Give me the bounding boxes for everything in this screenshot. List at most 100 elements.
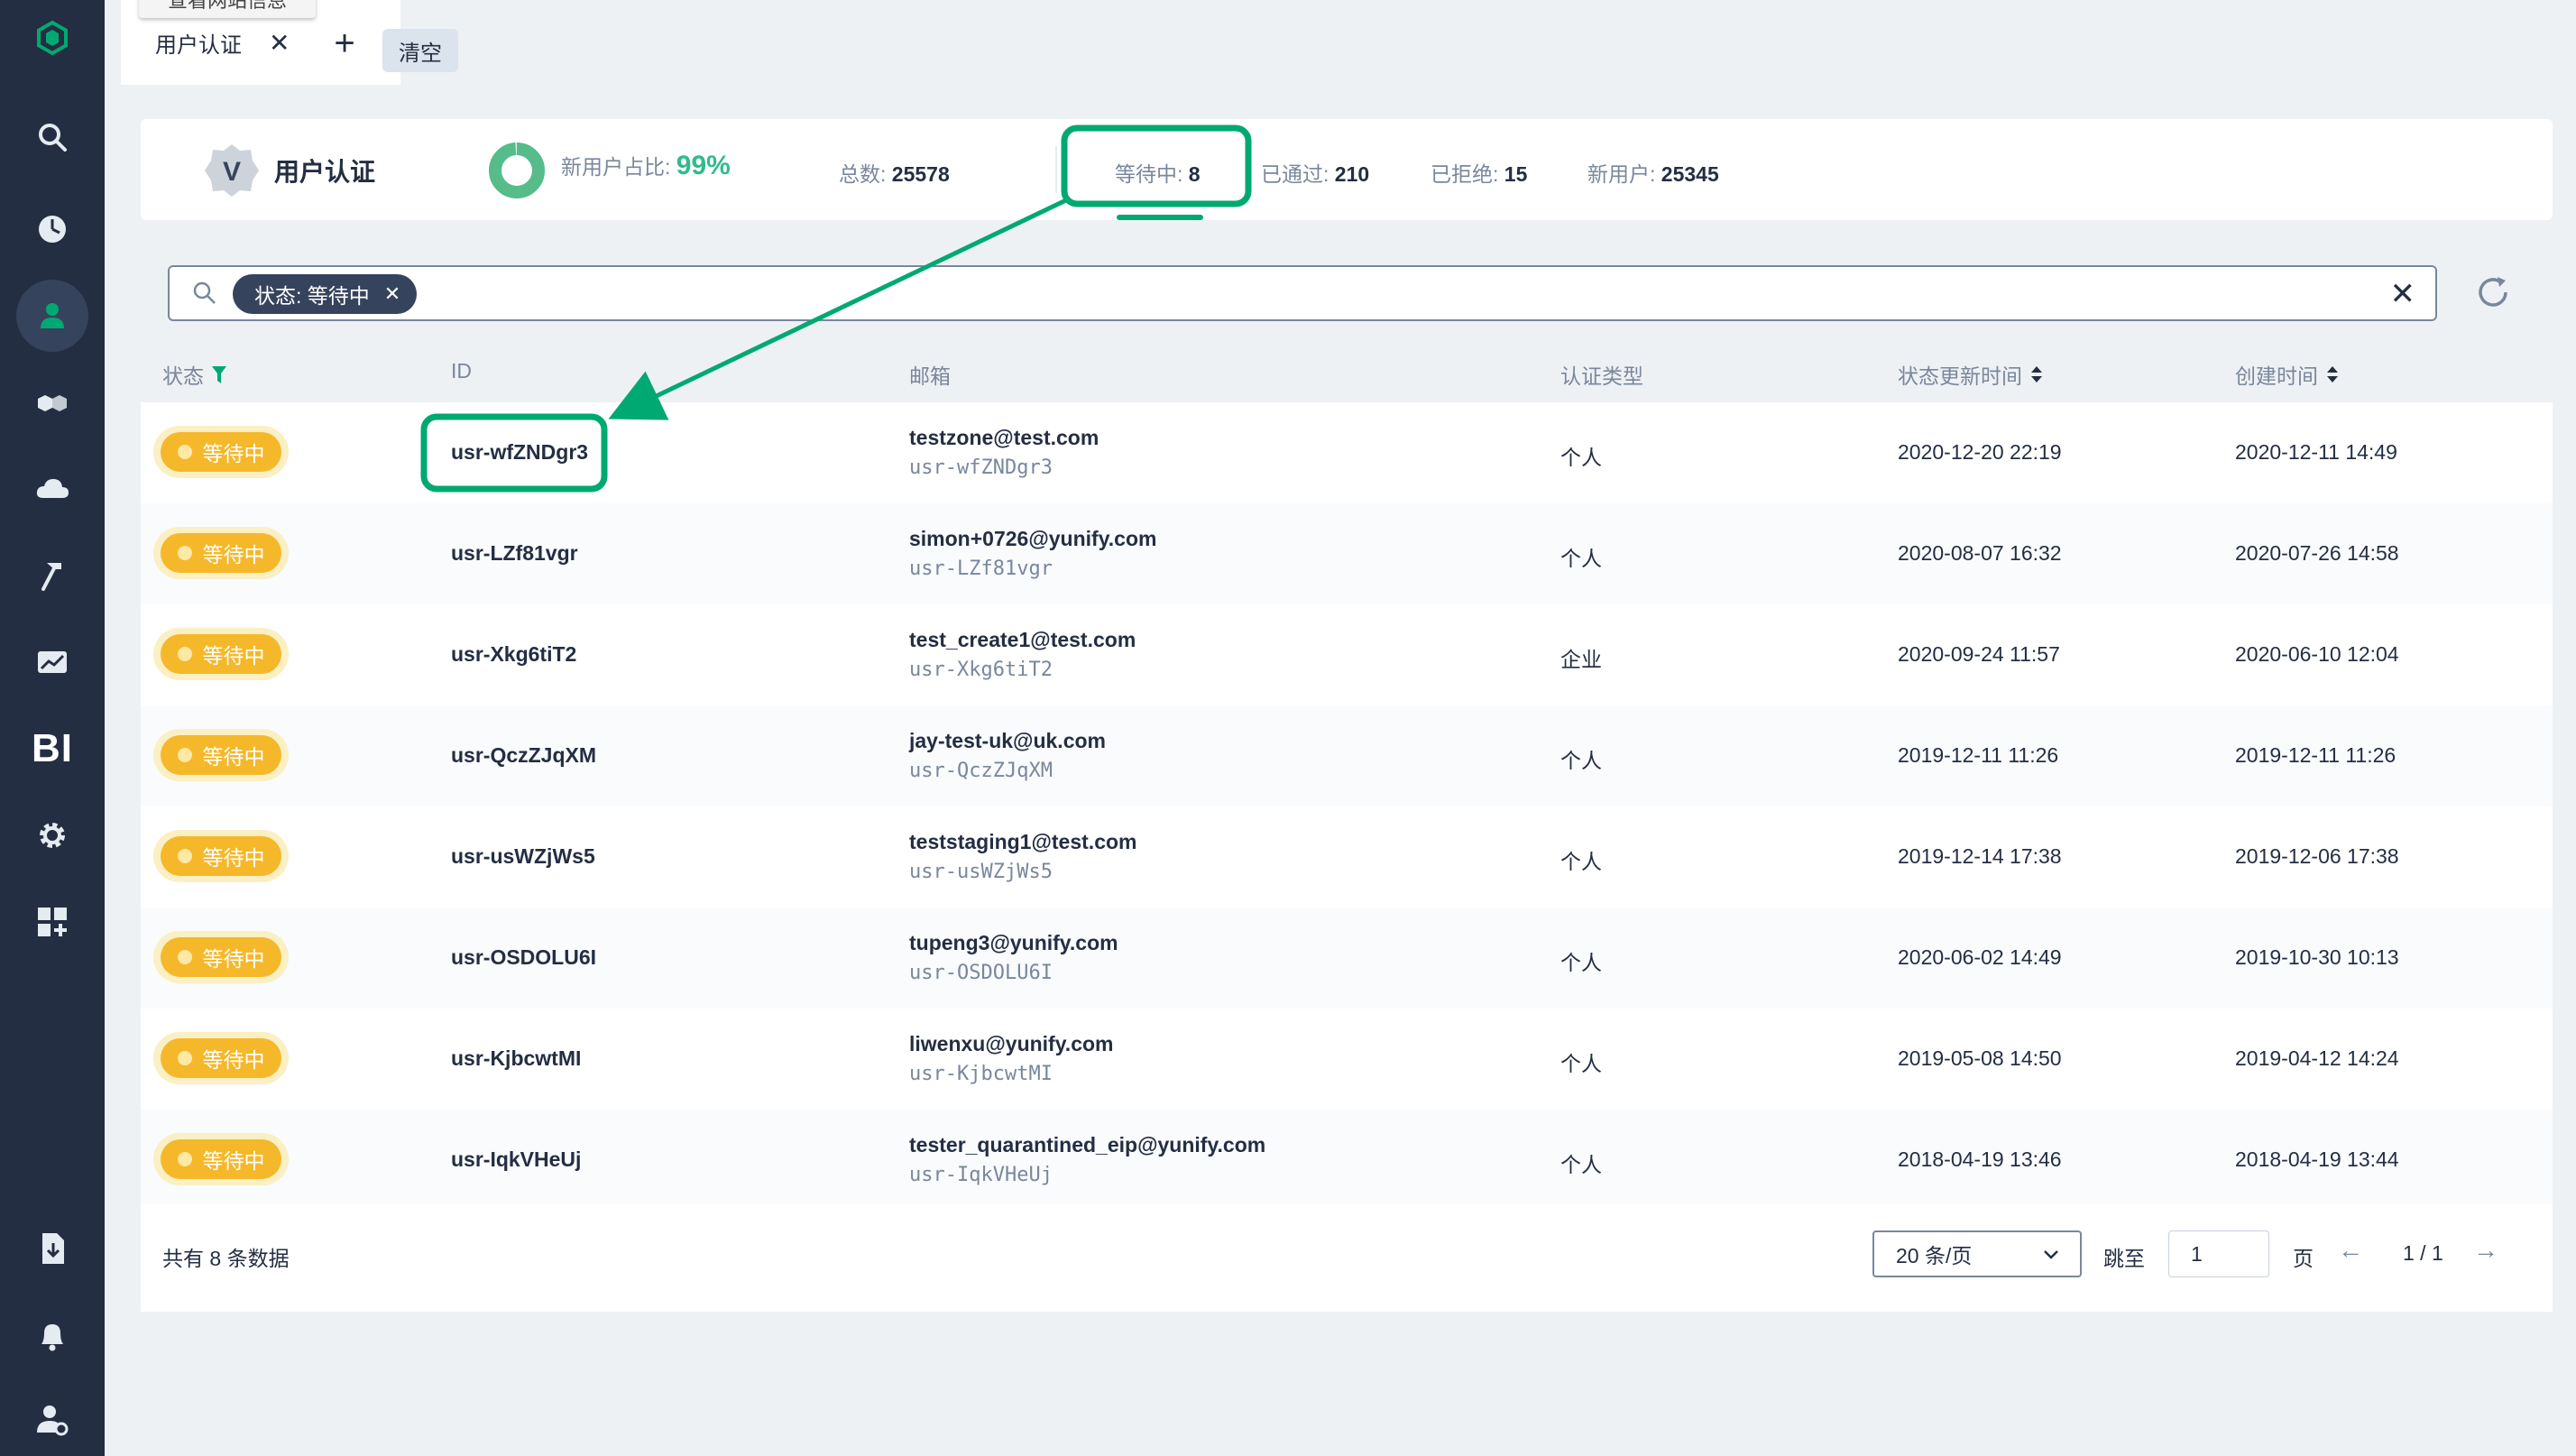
close-icon[interactable]: ✕ [269,28,290,58]
table-row[interactable]: 等待中 usr-wfZNDgr3 testzone@test.com usr-wfZN… [141,402,2553,503]
user-id-link[interactable]: usr-wfZNDgr3 [451,440,588,465]
download-icon[interactable] [16,1212,88,1285]
cluster-icon[interactable] [16,366,88,438]
filter-icon[interactable] [211,364,227,385]
auth-type: 企业 [1560,648,1602,671]
user-id-link[interactable]: usr-IqkVHeUj [451,1147,581,1172]
stat-new-users[interactable]: 新用户: 25345 [1587,157,1719,188]
email: tester_quarantined_eip@yunify.com [909,1133,1266,1157]
prev-page-button[interactable]: ← [2338,1236,2363,1265]
table-row[interactable]: 等待中 usr-OSDOLU6I tupeng3@yunify.com usr-OSD… [141,908,2553,1009]
user-settings-icon[interactable] [16,1384,88,1456]
col-id: ID [451,359,472,382]
search-input[interactable]: 状态: 等待中 ✕ ✕ [168,265,2437,321]
svg-text:V: V [223,157,241,187]
sidebar: BI [0,0,105,1456]
user-id-link[interactable]: usr-usWZjWs5 [451,844,595,869]
status-label: 等待中 [202,846,265,870]
email: testzone@test.com [909,426,1099,449]
page-size-select[interactable]: 20 条/页 [1872,1230,2082,1277]
email-sub-id: usr-OSDOLU6I [909,962,1053,984]
new-user-ratio: 新用户占比: 99% [561,151,731,180]
remove-filter-icon[interactable]: ✕ [384,282,400,306]
table-row[interactable]: 等待中 usr-usWZjWs5 teststaging1@test.com usr-… [141,806,2553,908]
page-label: 页 [2293,1247,2314,1270]
email-sub-id: usr-IqkVHeUj [909,1164,1053,1186]
status-dot-icon [177,1051,192,1065]
bi-icon[interactable]: BI [16,713,88,785]
status-badge: 等待中 [153,830,289,882]
cloud-icon[interactable] [16,453,88,525]
search-icon[interactable] [16,101,88,173]
user-id-link[interactable]: usr-LZf81vgr [451,541,578,566]
bell-icon[interactable] [16,1299,88,1371]
updated-at: 2020-09-24 11:57 [1898,642,2060,666]
col-auth-type: 认证类型 [1560,364,1643,388]
table-header: 状态 ID 邮箱 认证类型 状态更新时间 创建时间 [141,343,2553,404]
sort-icon[interactable] [2325,364,2340,385]
col-updated-at[interactable]: 状态更新时间 [1898,359,2044,390]
table-row[interactable]: 等待中 usr-Xkg6tiT2 test_create1@test.com usr-… [141,604,2553,705]
email: jay-test-uk@uk.com [909,729,1106,752]
col-status[interactable]: 状态 [162,359,227,390]
user-icon[interactable] [16,280,88,352]
auth-type: 个人 [1560,1052,1602,1075]
table-row[interactable]: 等待中 usr-KjbcwtMI liwenxu@yunify.com usr-Kjb… [141,1009,2553,1110]
status-label: 等待中 [202,1048,265,1072]
auth-type: 个人 [1560,446,1602,469]
dashboard-icon[interactable] [16,193,88,265]
updated-at: 2019-12-14 17:38 [1898,844,2062,868]
table-row[interactable]: 等待中 usr-QczZJqXM jay-test-uk@uk.com usr-Qcz… [141,705,2553,806]
chart-icon[interactable] [16,626,88,698]
gear-icon[interactable] [16,799,88,871]
email-sub-id: usr-KjbcwtMI [909,1063,1053,1085]
next-page-button[interactable]: → [2473,1236,2498,1265]
tab-bar: 用户认证 ✕ 查看网站信息 + 清空 [105,0,2576,85]
status-badge: 等待中 [153,931,289,983]
status-badge: 等待中 [153,1032,289,1084]
status-label: 等待中 [202,745,265,769]
logo-icon[interactable] [16,2,88,74]
created-at: 2018-04-19 13:44 [2235,1147,2399,1171]
created-at: 2019-04-12 14:24 [2235,1046,2399,1070]
chevron-down-icon [2044,1250,2058,1259]
hammer-icon[interactable] [16,539,88,612]
email-sub-id: usr-wfZNDgr3 [909,456,1053,479]
refresh-icon[interactable] [2473,272,2513,312]
updated-at: 2019-05-08 14:50 [1898,1046,2062,1070]
tab-label: 用户认证 [155,32,242,58]
sort-icon[interactable] [2029,364,2044,385]
stats-divider [1055,146,1057,193]
status-badge: 等待中 [153,426,289,478]
email: liwenxu@yunify.com [909,1032,1114,1055]
col-email: 邮箱 [909,364,951,388]
status-badge: 等待中 [153,1133,289,1185]
goto-page-input[interactable]: 1 [2168,1230,2269,1277]
stat-pending[interactable]: 等待中: 8 [1115,157,1201,188]
add-tab-button[interactable]: + [319,18,370,69]
email-sub-id: usr-LZf81vgr [909,558,1053,580]
page-count: 1 / 1 [2403,1241,2443,1265]
user-id-link[interactable]: usr-KjbcwtMI [451,1046,581,1071]
user-id-link[interactable]: usr-QczZJqXM [451,743,596,768]
status-dot-icon [177,748,192,762]
created-at: 2019-10-30 10:13 [2235,945,2399,969]
stat-passed[interactable]: 已通过: 210 [1261,157,1369,188]
apps-icon[interactable] [16,886,88,958]
status-dot-icon [177,546,192,560]
clear-tabs-button[interactable]: 清空 [382,29,458,72]
table-row[interactable]: 等待中 usr-IqkVHeUj tester_quarantined_eip@yu… [141,1110,2553,1211]
created-at: 2020-12-11 14:49 [2235,440,2397,464]
user-id-link[interactable]: usr-Xkg6tiT2 [451,642,576,667]
user-table: 状态 ID 邮箱 认证类型 状态更新时间 创建时间 等待中 usr-wfZNDgr… [141,343,2553,1312]
user-id-link[interactable]: usr-OSDOLU6I [451,945,596,970]
table-row[interactable]: 等待中 usr-LZf81vgr simon+0726@yunify.com usr-… [141,503,2553,604]
active-filter-underline [1117,215,1203,220]
created-at: 2020-06-10 12:04 [2235,642,2399,666]
auth-type: 个人 [1560,850,1602,873]
stat-rejected[interactable]: 已拒绝: 15 [1431,157,1527,188]
clear-search-icon[interactable]: ✕ [2390,276,2416,312]
verify-badge-icon: V [205,144,259,197]
email: teststaging1@test.com [909,830,1137,853]
col-created-at[interactable]: 创建时间 [2235,359,2340,390]
